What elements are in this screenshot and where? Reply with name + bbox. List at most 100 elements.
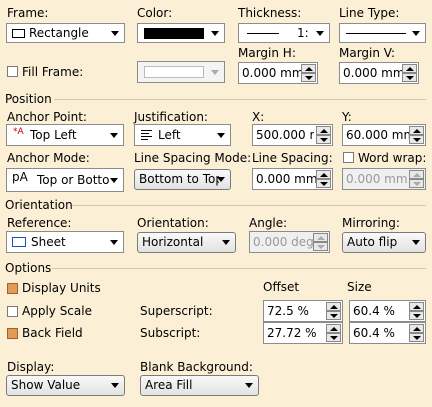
reference-select[interactable]: Sheet [6,231,124,253]
margin-h-label: Margin H: [238,46,296,60]
reference-value: Sheet [31,235,66,249]
fill-frame-checkbox[interactable] [7,66,18,77]
spin-up-icon[interactable] [301,64,316,73]
word-wrap-label: Word wrap: [358,151,427,165]
mirroring-value: Auto flip [347,235,398,249]
spin-down-icon[interactable] [326,311,341,320]
chevron-down-icon [217,177,225,182]
line-sample-icon [346,33,406,34]
back-field-checkbox[interactable] [7,328,18,339]
thickness-select[interactable]: 1: [238,23,330,43]
spin-up-icon[interactable] [409,324,424,333]
word-wrap-checkbox[interactable] [343,152,354,163]
spin-down-icon[interactable] [316,179,331,188]
spin-up-icon[interactable] [409,170,424,179]
spin-down-icon[interactable] [409,311,424,320]
subscript-offset-spinner[interactable]: 27.72 % [263,322,343,344]
chevron-down-icon [245,383,253,388]
superscript-size-value: 60.4 % [353,304,395,318]
mirroring-select[interactable]: Auto flip [342,232,426,253]
color-select[interactable] [137,23,225,43]
blank-background-select[interactable]: Area Fill [140,375,259,396]
spin-up-icon[interactable] [409,126,424,135]
spin-up-icon[interactable] [313,233,328,242]
superscript-size-spinner[interactable]: 60.4 % [349,300,426,322]
anchor-point-select[interactable]: *A Top Left [6,124,124,146]
frame-select[interactable]: Rectangle [6,23,125,43]
display-label: Display: [7,360,55,374]
spin-down-icon[interactable] [409,135,424,144]
spin-up-icon[interactable] [326,302,341,311]
anchor-mode-value: Top or Botto [37,173,110,187]
frame-label: Frame: [7,6,49,20]
chevron-down-icon [211,70,219,75]
spin-up-icon[interactable] [409,302,424,311]
mirroring-label: Mirroring: [342,216,400,230]
spin-down-icon[interactable] [402,73,417,82]
justification-select[interactable]: Left [134,124,231,146]
display-units-label: Display Units [22,281,101,295]
chevron-down-icon [222,240,230,245]
spin-up-icon[interactable] [316,126,331,135]
frame-value: Rectangle [29,26,89,40]
orientation-label: Orientation: [137,216,209,230]
justification-value: Left [158,128,181,142]
line-spacing-spinner[interactable]: 0.000 mm [252,168,333,190]
section-divider [52,268,426,269]
spin-down-icon[interactable] [409,179,424,188]
margin-h-spinner[interactable]: 0.000 mm [238,62,318,84]
x-value: 500.000 mm [256,128,314,142]
superscript-label: Superscript: [140,304,213,318]
anchor-point-value: Top Left [30,128,77,142]
anchor-mode-label: Anchor Mode: [7,151,90,165]
blank-background-value: Area Fill [145,378,193,392]
line-spacing-value: 0.000 mm [256,172,318,186]
y-spinner[interactable]: 60.000 mm [342,124,426,146]
anchor-mode-select[interactable]: pA Top or Botto [6,168,124,192]
superscript-offset-spinner[interactable]: 72.5 % [263,300,343,322]
x-label: X: [252,110,265,124]
x-spinner[interactable]: 500.000 mm [252,124,333,146]
chevron-down-icon [110,178,118,183]
chevron-down-icon [412,240,420,245]
margin-v-spinner[interactable]: 0.000 mm [339,62,419,84]
spin-down-icon[interactable] [409,333,424,342]
line-sample-icon [247,33,279,34]
superscript-offset-value: 72.5 % [267,304,309,318]
subscript-label: Subscript: [140,326,201,340]
angle-label: Angle: [249,216,288,230]
chevron-down-icon [110,240,118,245]
subscript-size-spinner[interactable]: 60.4 % [349,322,426,344]
y-value: 60.000 mm [346,128,410,142]
chevron-down-icon [211,31,219,36]
spin-down-icon[interactable] [313,242,328,251]
reference-label: Reference: [7,216,72,230]
angle-spinner[interactable]: 0.000 deg [249,231,330,253]
back-field-label: Back Field [22,326,83,340]
rectangle-icon [12,29,25,38]
spin-down-icon[interactable] [326,333,341,342]
word-wrap-spinner[interactable]: 0.000 mm [342,168,426,190]
section-divider [72,205,426,206]
size-column-header: Size [347,280,372,294]
spin-up-icon[interactable] [316,170,331,179]
line-spacing-mode-select[interactable]: Bottom to Top [134,169,231,190]
spin-up-icon[interactable] [402,64,417,73]
anchor-top-left-icon: *A [13,127,24,137]
display-units-checkbox[interactable] [7,283,18,294]
justification-label: Justification: [134,110,208,124]
apply-scale-checkbox[interactable] [7,306,18,317]
orientation-select[interactable]: Horizontal [137,232,236,253]
spin-down-icon[interactable] [316,135,331,144]
y-label: Y: [342,110,352,124]
display-select[interactable]: Show Value [6,375,125,396]
line-type-select[interactable] [339,23,426,43]
spin-down-icon[interactable] [301,73,316,82]
options-section-title: Options [5,261,52,275]
thickness-value: 1: [297,26,309,40]
margin-h-value: 0.000 mm [242,66,304,80]
spin-up-icon[interactable] [326,324,341,333]
line-type-label: Line Type: [339,6,400,20]
fill-color-select[interactable] [137,61,225,83]
chevron-down-icon [110,133,118,138]
